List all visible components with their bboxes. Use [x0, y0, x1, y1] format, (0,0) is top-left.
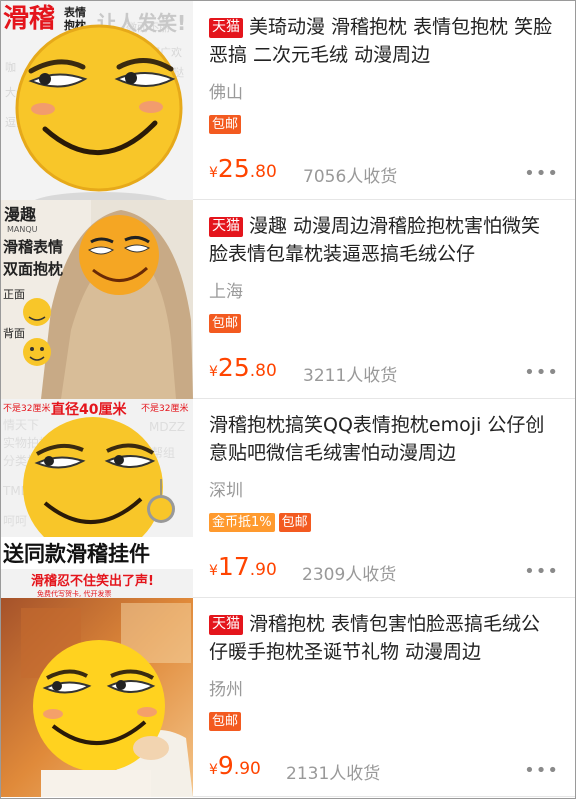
location: 深圳: [209, 481, 243, 501]
more-options-icon[interactable]: •••: [524, 163, 559, 184]
price-decimal: .80: [249, 162, 277, 182]
tag-list: 包邮: [209, 312, 245, 333]
tag-list: 包邮: [209, 710, 245, 731]
sales-count: 2309人收货: [302, 565, 397, 585]
coin-discount-tag: 金币抵1%: [209, 513, 275, 532]
image-bottom-sub-text: 免费代写贺卡, 代开发票: [37, 589, 111, 598]
location: 上海: [209, 282, 243, 302]
price-currency: ¥: [209, 563, 218, 579]
image-sub-text: 表情: [63, 5, 86, 19]
sales-count: 3211人收货: [303, 366, 398, 386]
product-title-text[interactable]: 滑稽抱枕 表情包害怕脸恶搞毛绒公仔暖手抱枕圣诞节礼物 动漫周边: [209, 613, 540, 663]
price-decimal: .90: [233, 759, 261, 779]
tmall-badge: 天猫: [209, 217, 243, 237]
image-back-text: 背面: [3, 326, 25, 340]
svg-text:呵呵: 呵呵: [3, 514, 27, 528]
product-info: 天猫 漫趣 动漫周边滑稽脸抱枕害怕微笑脸表情包靠枕装逼恶搞毛绒公仔 上海 包邮 ¥…: [193, 200, 575, 399]
price-decimal: .90: [249, 560, 277, 580]
price: ¥17.90: [209, 552, 277, 581]
product-image[interactable]: 情天下 实物拍摄 分类拍照 TMD 呵呵 MDZZ 帮组 不是32厘米 直径40…: [1, 399, 193, 598]
price-integer: 17: [217, 552, 250, 581]
price: ¥25.80: [209, 154, 277, 183]
price-integer: 25: [217, 353, 250, 382]
product-image[interactable]: [1, 598, 193, 797]
price-currency: ¥: [209, 364, 218, 380]
image-bottom-text: 滑稽忍不住笑出了声!: [31, 573, 154, 589]
more-options-icon[interactable]: •••: [524, 362, 559, 383]
svg-text:情天下: 情天下: [3, 418, 39, 432]
tmall-badge: 天猫: [209, 18, 243, 38]
image-note-text: 不是32厘米: [141, 402, 188, 414]
product-title[interactable]: 天猫 漫趣 动漫周边滑稽脸抱枕害怕微笑脸表情包靠枕装逼恶搞毛绒公仔: [209, 212, 559, 268]
image-line-text: 滑稽表情: [3, 238, 63, 256]
tmall-badge: 天猫: [209, 615, 243, 635]
price-integer: 25: [217, 154, 250, 183]
sales-count: 7056人收货: [303, 167, 398, 187]
list-item[interactable]: 漫趣 MANQU 滑稽表情 双面抱枕 正面 背面 天猫 漫趣 动漫周边滑稽脸抱枕害…: [1, 200, 575, 400]
price: ¥9.90: [209, 751, 261, 780]
location: 佛山: [209, 83, 243, 103]
product-title-text[interactable]: 美琦动漫 滑稽抱枕 表情包抱枕 笑脸恶搞 二次元毛绒 动漫周边: [209, 16, 552, 66]
free-shipping-tag: 包邮: [278, 513, 311, 532]
svg-text:咖: 咖: [5, 60, 16, 74]
more-options-icon[interactable]: •••: [524, 561, 559, 582]
more-options-icon[interactable]: •••: [524, 760, 559, 781]
product-info: 天猫 滑稽抱枕 表情包害怕脸恶搞毛绒公仔暖手抱枕圣诞节礼物 动漫周边 扬州 包邮 …: [193, 598, 575, 797]
tag-list: 金币抵1% 包邮: [209, 511, 315, 532]
price: ¥25.80: [209, 353, 277, 382]
product-info: 天猫 美琦动漫 滑稽抱枕 表情包抱枕 笑脸恶搞 二次元毛绒 动漫周边 佛山 包邮 …: [193, 1, 575, 200]
price-decimal: .80: [249, 361, 277, 381]
list-item[interactable]: 情天下 实物拍摄 分类拍照 TMD 呵呵 MDZZ 帮组 不是32厘米 直径40…: [1, 399, 575, 599]
free-shipping-tag: 包邮: [209, 712, 242, 731]
sales-count: 2131人收货: [286, 764, 381, 784]
image-brand-text: 滑稽: [3, 4, 55, 34]
product-title[interactable]: 天猫 美琦动漫 滑稽抱枕 表情包抱枕 笑脸恶搞 二次元毛绒 动漫周边: [209, 13, 559, 69]
price-currency: ¥: [209, 762, 218, 778]
free-shipping-tag: 包邮: [209, 314, 242, 333]
product-image[interactable]: 微而不丽 都广欢 萌萌哒 好处 无事 咖 大叔 逗比 滑稽 表情 抱枕 让人发笑…: [1, 1, 193, 200]
svg-text:MANQU: MANQU: [7, 225, 38, 234]
free-shipping-tag: 包邮: [209, 115, 242, 134]
location: 扬州: [209, 680, 243, 700]
image-banner-text: 送同款滑稽挂件: [3, 542, 150, 566]
price-currency: ¥: [209, 165, 218, 181]
image-brand-text: 漫趣: [4, 205, 37, 224]
price-integer: 9: [217, 751, 234, 780]
product-title-text[interactable]: 滑稽抱枕搞笑QQ表情抱枕emoji 公仔创意贴吧微信毛绒害怕动漫周边: [209, 414, 544, 464]
product-title[interactable]: 滑稽抱枕搞笑QQ表情抱枕emoji 公仔创意贴吧微信毛绒害怕动漫周边: [209, 411, 559, 467]
product-image[interactable]: 漫趣 MANQU 滑稽表情 双面抱枕 正面 背面: [1, 200, 193, 399]
image-front-text: 正面: [3, 288, 25, 301]
product-title[interactable]: 天猫 滑稽抱枕 表情包害怕脸恶搞毛绒公仔暖手抱枕圣诞节礼物 动漫周边: [209, 610, 559, 666]
tag-list: 包邮: [209, 113, 245, 134]
product-info: 滑稽抱枕搞笑QQ表情抱枕emoji 公仔创意贴吧微信毛绒害怕动漫周边 深圳 金币…: [193, 399, 575, 598]
image-note-text: 不是32厘米: [3, 402, 50, 414]
product-title-text[interactable]: 漫趣 动漫周边滑稽脸抱枕害怕微笑脸表情包靠枕装逼恶搞毛绒公仔: [209, 215, 540, 265]
list-item[interactable]: 微而不丽 都广欢 萌萌哒 好处 无事 咖 大叔 逗比 滑稽 表情 抱枕 让人发笑…: [1, 1, 575, 201]
list-item[interactable]: 天猫 滑稽抱枕 表情包害怕脸恶搞毛绒公仔暖手抱枕圣诞节礼物 动漫周边 扬州 包邮 …: [1, 598, 575, 798]
product-list: 微而不丽 都广欢 萌萌哒 好处 无事 咖 大叔 逗比 滑稽 表情 抱枕 让人发笑…: [0, 0, 576, 799]
svg-text:MDZZ: MDZZ: [149, 420, 185, 434]
image-size-text: 直径40厘米: [51, 401, 127, 418]
image-line-text: 双面抱枕: [3, 260, 63, 278]
